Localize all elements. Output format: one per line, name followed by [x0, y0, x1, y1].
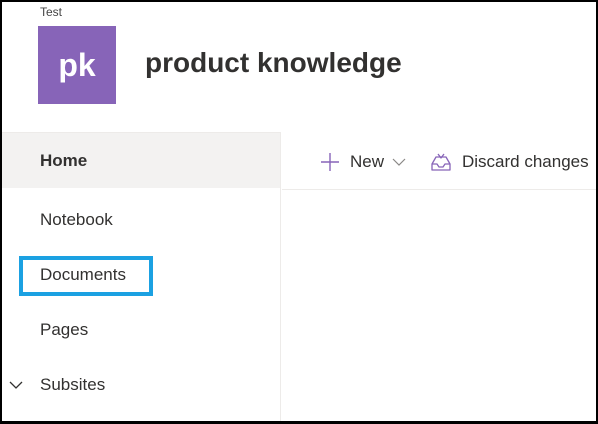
nav-item-label: Pages [40, 319, 89, 339]
nav-item-notebook[interactable]: Notebook [2, 192, 280, 247]
sharepoint-window: Test pk product knowledge Home Notebook … [2, 2, 596, 421]
breadcrumb[interactable]: Test [40, 5, 62, 19]
site-title[interactable]: product knowledge [145, 46, 402, 80]
nav-item-home[interactable]: Home [2, 133, 280, 188]
site-logo[interactable]: pk [38, 26, 116, 104]
new-button[interactable]: New [320, 133, 406, 190]
command-bar: New Discard changes [282, 133, 596, 190]
page-canvas[interactable] [282, 190, 596, 421]
chevron-down-icon [392, 155, 406, 169]
nav-item-documents[interactable]: Documents [2, 247, 280, 302]
chevron-down-icon[interactable] [8, 377, 24, 393]
plus-icon [320, 152, 340, 172]
nav-item-label: Subsites [40, 374, 106, 394]
discard-changes-label: Discard changes [462, 151, 589, 171]
nav-item-label: Notebook [40, 209, 113, 229]
left-navigation: Home Notebook Documents Pages Subsites [2, 132, 281, 421]
nav-item-label: Home [40, 150, 88, 170]
discard-changes-button[interactable]: Discard changes [430, 133, 589, 190]
discard-icon [430, 152, 452, 172]
nav-item-subsites[interactable]: Subsites [2, 357, 280, 412]
site-logo-initials: pk [58, 46, 96, 83]
new-button-label: New [350, 151, 385, 171]
nav-item-label: Documents [40, 264, 126, 284]
site-header: Test pk product knowledge [2, 2, 596, 132]
nav-item-pages[interactable]: Pages [2, 302, 280, 357]
